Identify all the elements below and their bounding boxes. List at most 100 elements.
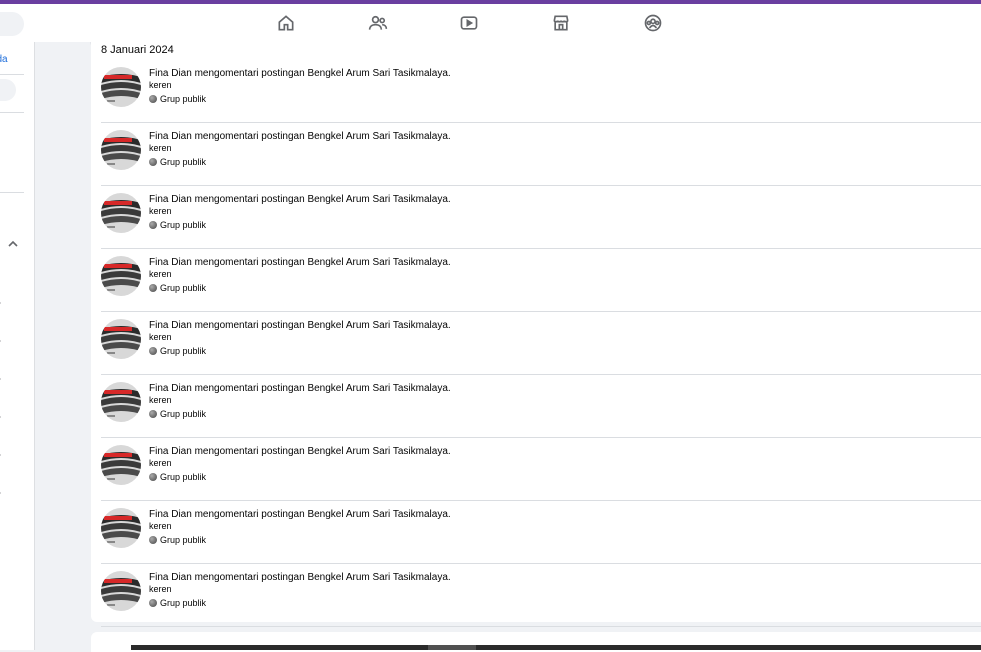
target-name[interactable]: Bengkel Arum Sari Tasikmalaya. [307, 446, 450, 457]
comment-text: keren [149, 143, 172, 153]
list-item[interactable]: Fina Dian mengomentari postingan Bengkel… [101, 501, 981, 564]
globe-icon [149, 221, 157, 229]
actor-name[interactable]: Fina Dian [149, 257, 192, 268]
home-icon[interactable] [275, 12, 297, 34]
actor-name[interactable]: Fina Dian [149, 509, 192, 520]
privacy-text: Grup publik [160, 157, 207, 167]
privacy-text: Grup publik [160, 535, 207, 545]
chevron-right-icon[interactable] [0, 376, 2, 382]
privacy-label: Grup publik [149, 94, 206, 104]
activity-text: Fina Dian mengomentari postingan Bengkel… [149, 383, 451, 394]
activity-verb: mengomentari postingan [194, 509, 305, 520]
chevron-right-icon[interactable] [0, 300, 2, 306]
comment-text: keren [149, 332, 172, 342]
list-item[interactable]: Fina Dian mengomentari postingan Bengkel… [101, 375, 981, 438]
privacy-label: Grup publik [149, 220, 206, 230]
privacy-label: Grup publik [149, 472, 206, 482]
comment-text: keren [149, 458, 172, 468]
group-avatar[interactable] [101, 319, 141, 359]
activity-verb: mengomentari postingan [194, 257, 305, 268]
actor-name[interactable]: Fina Dian [149, 194, 192, 205]
list-item[interactable]: Fina Dian mengomentari postingan Bengkel… [101, 249, 981, 312]
group-avatar[interactable] [101, 571, 141, 611]
chevron-right-icon[interactable] [0, 414, 2, 420]
target-name[interactable]: Bengkel Arum Sari Tasikmalaya. [307, 572, 450, 583]
chevron-up-icon[interactable] [6, 237, 20, 251]
list-item[interactable]: Fina Dian mengomentari postingan Bengkel… [101, 186, 981, 249]
activity-verb: mengomentari postingan [194, 68, 305, 79]
target-name[interactable]: Bengkel Arum Sari Tasikmalaya. [307, 131, 450, 142]
group-avatar[interactable] [101, 445, 141, 485]
search-input[interactable] [0, 12, 24, 36]
group-avatar[interactable] [101, 382, 141, 422]
list-item[interactable]: Fina Dian mengomentari postingan Bengkel… [101, 123, 981, 186]
activity-text: Fina Dian mengomentari postingan Bengkel… [149, 194, 451, 205]
list-item[interactable]: Fina Dian mengomentari postingan Bengkel… [101, 312, 981, 375]
group-avatar[interactable] [101, 67, 141, 107]
os-taskbar [131, 645, 981, 650]
activity-text: Fina Dian mengomentari postingan Bengkel… [149, 257, 451, 268]
activity-verb: mengomentari postingan [194, 572, 305, 583]
globe-icon [149, 284, 157, 292]
privacy-text: Grup publik [160, 283, 207, 293]
comment-text: keren [149, 269, 172, 279]
activity-date-heading: 8 Januari 2024 [101, 44, 174, 56]
privacy-text: Grup publik [160, 409, 207, 419]
list-item[interactable]: Fina Dian mengomentari postingan Bengkel… [101, 60, 981, 123]
target-name[interactable]: Bengkel Arum Sari Tasikmalaya. [307, 320, 450, 331]
target-name[interactable]: Bengkel Arum Sari Tasikmalaya. [307, 257, 450, 268]
actor-name[interactable]: Fina Dian [149, 68, 192, 79]
privacy-text: Grup publik [160, 94, 207, 104]
globe-icon [149, 536, 157, 544]
activity-verb: mengomentari postingan [194, 446, 305, 457]
activity-text: Fina Dian mengomentari postingan Bengkel… [149, 131, 451, 142]
globe-icon [149, 410, 157, 418]
marketplace-icon[interactable] [550, 12, 572, 34]
group-avatar[interactable] [101, 256, 141, 296]
actor-name[interactable]: Fina Dian [149, 320, 192, 331]
activity-verb: mengomentari postingan [194, 383, 305, 394]
privacy-label: Grup publik [149, 535, 206, 545]
activity-text: Fina Dian mengomentari postingan Bengkel… [149, 446, 451, 457]
actor-name[interactable]: Fina Dian [149, 383, 192, 394]
groups-icon[interactable] [642, 12, 664, 34]
actor-name[interactable]: Fina Dian [149, 446, 192, 457]
chevron-right-icon[interactable] [0, 490, 2, 496]
list-item[interactable]: Fina Dian mengomentari postingan Bengkel… [101, 564, 981, 627]
chevron-right-icon[interactable] [0, 452, 2, 458]
globe-icon [149, 95, 157, 103]
sidebar-divider [0, 112, 24, 113]
taskbar-item[interactable] [428, 645, 476, 650]
activity-text: Fina Dian mengomentari postingan Bengkel… [149, 509, 451, 520]
privacy-label: Grup publik [149, 157, 206, 167]
target-name[interactable]: Bengkel Arum Sari Tasikmalaya. [307, 194, 450, 205]
globe-icon [149, 599, 157, 607]
target-name[interactable]: Bengkel Arum Sari Tasikmalaya. [307, 509, 450, 520]
row-divider [101, 626, 981, 627]
actor-name[interactable]: Fina Dian [149, 572, 192, 583]
globe-icon [149, 347, 157, 355]
target-name[interactable]: Bengkel Arum Sari Tasikmalaya. [307, 383, 450, 394]
privacy-label: Grup publik [149, 598, 206, 608]
activity-text: Fina Dian mengomentari postingan Bengkel… [149, 320, 451, 331]
globe-icon [149, 158, 157, 166]
actor-name[interactable]: Fina Dian [149, 131, 192, 142]
target-name[interactable]: Bengkel Arum Sari Tasikmalaya. [307, 68, 450, 79]
list-item[interactable]: Fina Dian mengomentari postingan Bengkel… [101, 438, 981, 501]
privacy-text: Grup publik [160, 346, 207, 356]
comment-text: keren [149, 206, 172, 216]
group-avatar[interactable] [101, 130, 141, 170]
sidebar-divider [0, 192, 24, 193]
sidebar-divider [0, 74, 24, 75]
activity-verb: mengomentari postingan [194, 194, 305, 205]
friends-icon[interactable] [367, 12, 389, 34]
video-icon[interactable] [458, 12, 480, 34]
group-avatar[interactable] [101, 193, 141, 233]
activity-text: Fina Dian mengomentari postingan Bengkel… [149, 68, 451, 79]
sidebar-link[interactable]: randa [0, 54, 8, 65]
sidebar-filter-button[interactable] [0, 79, 16, 101]
left-sidebar: randa [0, 42, 35, 650]
group-avatar[interactable] [101, 508, 141, 548]
chevron-right-icon[interactable] [0, 338, 2, 344]
comment-text: keren [149, 584, 172, 594]
